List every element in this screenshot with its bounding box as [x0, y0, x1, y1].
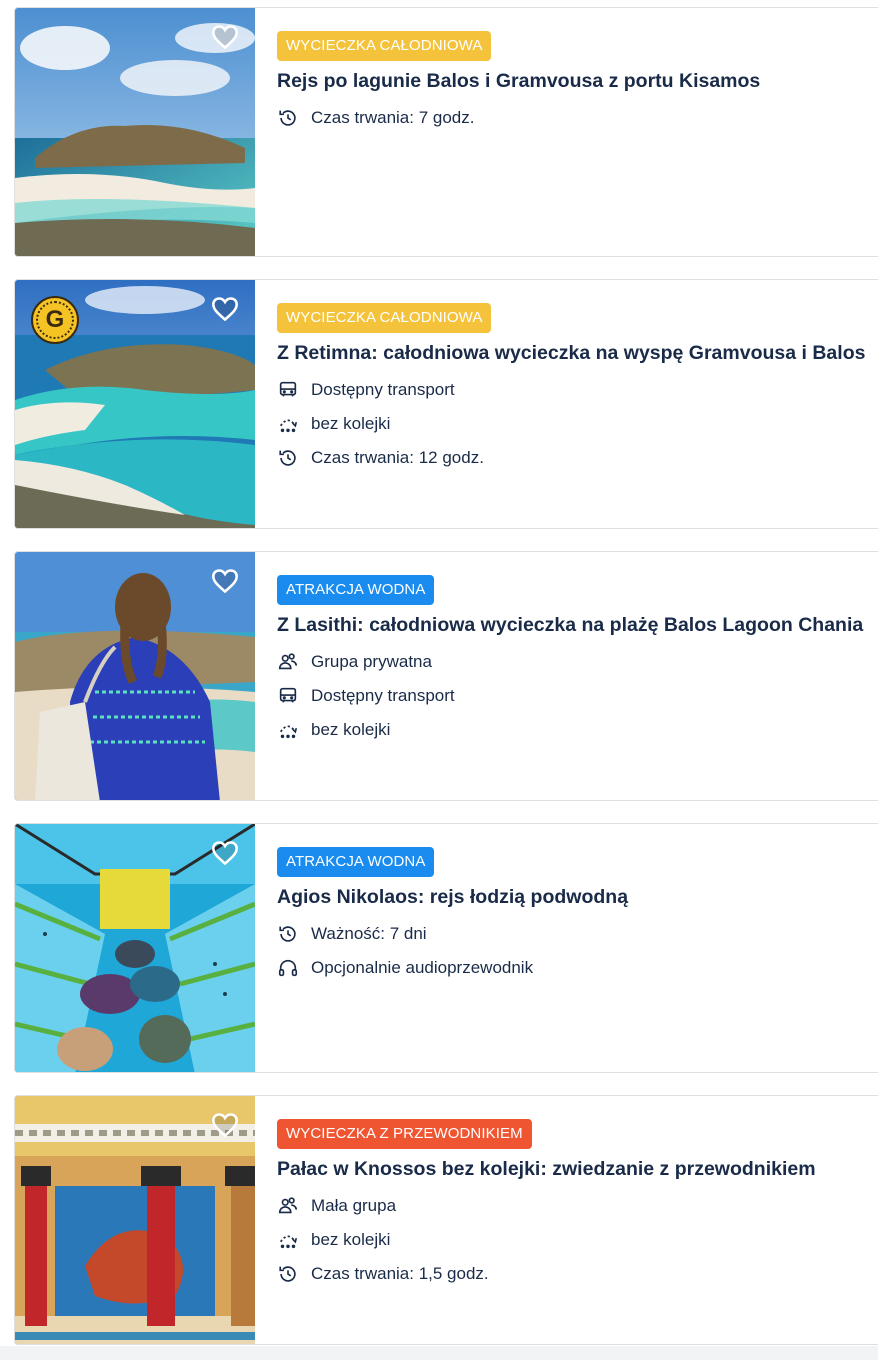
feature-text: bez kolejki — [311, 720, 391, 739]
feature-text: Grupa prywatna — [311, 652, 432, 671]
feature-text: Czas trwania: 7 godz. — [311, 108, 475, 127]
activity-card[interactable]: WYCIECZKA Z PRZEWODNIKIEM Pałac w Knosso… — [14, 1095, 878, 1345]
feature-audio-guide: Opcjonalnie audioprzewodnik — [277, 951, 878, 985]
feature-text: Czas trwania: 1,5 godz. — [311, 1264, 489, 1283]
activity-image[interactable] — [15, 824, 255, 1072]
category-tag: ATRAKCJA WODNA — [277, 575, 435, 605]
feature-group: Mała grupa — [277, 1189, 878, 1223]
bus-icon — [277, 685, 299, 707]
feature-text: Mała grupa — [311, 1196, 397, 1215]
activity-title[interactable]: Z Lasithi: całodniowa wycieczka na plażę… — [277, 611, 878, 639]
feature-validity: Ważność: 7 dni — [277, 917, 878, 951]
activity-card[interactable]: WYCIECZKA CAŁODNIOWA Rejs po lagunie Bal… — [14, 7, 878, 257]
headphones-icon — [277, 957, 299, 979]
feature-duration: Czas trwania: 7 godz. — [277, 101, 878, 135]
skip-line-icon — [277, 413, 299, 435]
favorite-heart-icon[interactable] — [209, 22, 241, 52]
feature-duration: Czas trwania: 12 godz. — [277, 441, 878, 475]
feature-text: Czas trwania: 12 godz. — [311, 448, 484, 467]
feature-skip-line: bez kolejki — [277, 1223, 878, 1257]
group-icon — [277, 651, 299, 673]
activity-card[interactable]: G WYCIECZKA CAŁODNIOWA Z Retimna: całodn… — [14, 279, 878, 529]
activity-title[interactable]: Pałac w Knossos bez kolejki: zwiedzanie … — [277, 1155, 878, 1183]
category-tag: ATRAKCJA WODNA — [277, 847, 435, 877]
feature-text: Dostępny transport — [311, 380, 455, 399]
activity-image[interactable] — [15, 1096, 255, 1344]
activity-card[interactable]: ATRAKCJA WODNA Z Lasithi: całodniowa wyc… — [14, 551, 878, 801]
favorite-heart-icon[interactable] — [209, 566, 241, 596]
activity-image[interactable]: G — [15, 280, 255, 528]
category-tag: WYCIECZKA CAŁODNIOWA — [277, 31, 492, 61]
feature-skip-line: bez kolejki — [277, 407, 878, 441]
feature-duration: Czas trwania: 1,5 godz. — [277, 1257, 878, 1291]
group-icon — [277, 1195, 299, 1217]
feature-transport: Dostępny transport — [277, 679, 878, 713]
activity-image[interactable] — [15, 8, 255, 256]
activity-title[interactable]: Z Retimna: całodniowa wycieczka na wyspę… — [277, 339, 878, 367]
feature-group: Grupa prywatna — [277, 645, 878, 679]
activity-image[interactable] — [15, 552, 255, 800]
clock-icon — [277, 447, 299, 469]
guarantee-badge-icon: G — [31, 296, 79, 344]
bus-icon — [277, 379, 299, 401]
feature-skip-line: bez kolejki — [277, 713, 878, 747]
clock-icon — [277, 1263, 299, 1285]
feature-text: Ważność: 7 dni — [311, 924, 427, 943]
feature-text: bez kolejki — [311, 414, 391, 433]
favorite-heart-icon[interactable] — [209, 1110, 241, 1140]
activity-title[interactable]: Agios Nikolaos: rejs łodzią podwodną — [277, 883, 878, 911]
feature-text: bez kolejki — [311, 1230, 391, 1249]
skip-line-icon — [277, 719, 299, 741]
clock-icon — [277, 107, 299, 129]
category-tag: WYCIECZKA Z PRZEWODNIKIEM — [277, 1119, 532, 1149]
feature-text: Opcjonalnie audioprzewodnik — [311, 958, 534, 977]
favorite-heart-icon[interactable] — [209, 838, 241, 868]
badge-letter: G — [36, 301, 74, 339]
activity-title[interactable]: Rejs po lagunie Balos i Gramvousa z port… — [277, 67, 878, 95]
feature-transport: Dostępny transport — [277, 373, 878, 407]
activity-card[interactable]: ATRAKCJA WODNA Agios Nikolaos: rejs łodz… — [14, 823, 878, 1073]
favorite-heart-icon[interactable] — [209, 294, 241, 324]
clock-icon — [277, 923, 299, 945]
feature-text: Dostępny transport — [311, 686, 455, 705]
skip-line-icon — [277, 1229, 299, 1251]
category-tag: WYCIECZKA CAŁODNIOWA — [277, 303, 492, 333]
page-bottom-strip — [0, 1346, 878, 1360]
